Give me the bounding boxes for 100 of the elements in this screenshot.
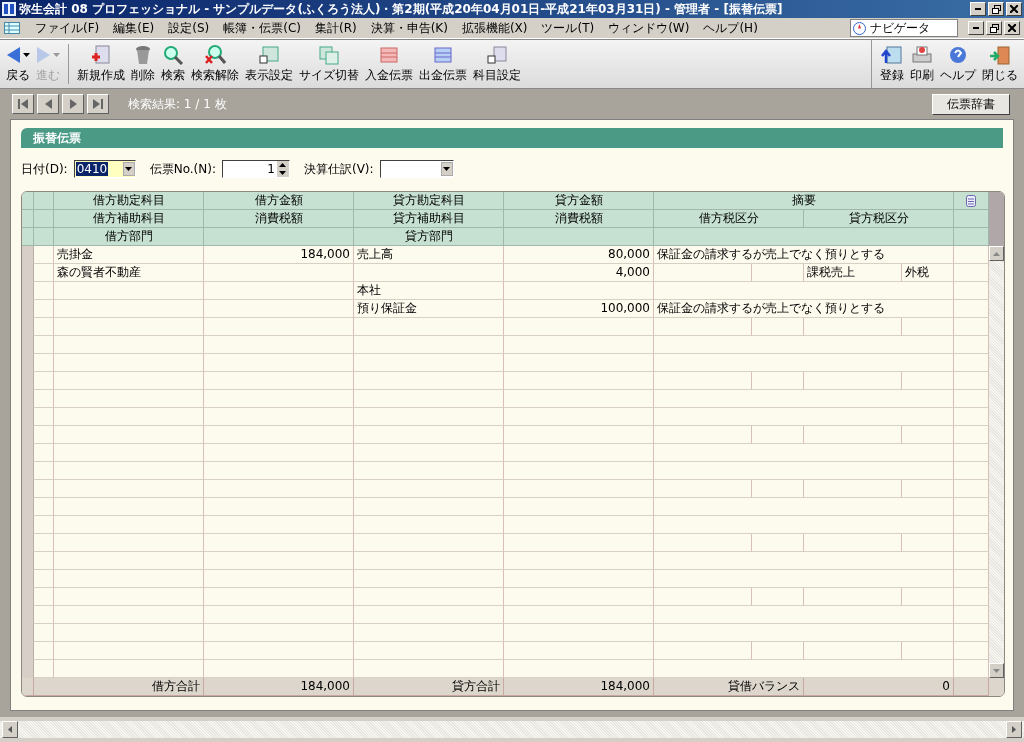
toolbar-button[interactable]: 新規作成 (75, 42, 127, 86)
table-cell (22, 678, 34, 696)
row-header[interactable] (22, 534, 34, 552)
row-header[interactable] (22, 408, 34, 426)
table-cell (954, 588, 989, 606)
toolbar-button[interactable]: 検索 (159, 42, 187, 86)
row-header[interactable] (22, 426, 34, 444)
menu-item[interactable]: 拡張機能(X) (454, 19, 535, 37)
row-header[interactable] (22, 660, 34, 678)
restore-button[interactable] (986, 21, 1002, 35)
column-header: 借方勘定科目 (54, 192, 204, 210)
row-header[interactable] (22, 246, 34, 264)
row-header[interactable] (22, 624, 34, 642)
menu-item[interactable]: ツール(T) (534, 19, 602, 37)
toolbar-button[interactable]: 戻る (4, 42, 32, 86)
table-cell (34, 300, 54, 318)
menu-item[interactable]: 集計(R) (307, 19, 364, 37)
close-button[interactable] (1004, 21, 1020, 35)
total-value: 0 (804, 678, 954, 696)
table-cell (954, 300, 989, 318)
row-header[interactable] (22, 372, 34, 390)
next-record-button[interactable] (62, 94, 84, 114)
menu-item[interactable]: ファイル(F) (28, 19, 107, 37)
row-header[interactable] (22, 588, 34, 606)
menu-item[interactable]: 編集(E) (106, 19, 162, 37)
table-cell: 100,000 (504, 300, 654, 318)
table-cell (902, 642, 954, 660)
toolbar-button[interactable]: 登録 (878, 42, 906, 86)
table-cell (902, 426, 954, 444)
table-cell (954, 480, 989, 498)
first-record-button[interactable] (12, 94, 34, 114)
vertical-scrollbar[interactable] (989, 246, 1004, 678)
left-triangle-icon (44, 99, 52, 109)
table-cell: 外税 (902, 264, 954, 282)
closing-entry-dropdown[interactable] (379, 160, 454, 178)
settings-icon (486, 44, 508, 65)
column-header: 消費税額 (504, 210, 654, 228)
table-cell (954, 678, 989, 696)
table-cell: 184,000 (204, 246, 354, 264)
minimize-button[interactable] (968, 21, 984, 35)
table-cell: 保証金の請求するが売上でなく預りとする (654, 300, 954, 318)
restore-button[interactable] (988, 2, 1004, 16)
notepad-icon[interactable] (966, 194, 976, 207)
dictionary-button[interactable]: 伝票辞書 (932, 93, 1010, 115)
last-record-button[interactable] (87, 94, 109, 114)
toolbar-button[interactable]: 検索解除 (189, 42, 241, 86)
row-header[interactable] (22, 552, 34, 570)
toolbar-button[interactable]: 印刷 (908, 42, 936, 86)
row-header[interactable] (22, 570, 34, 588)
navigator-dropdown[interactable]: ナビゲータ (850, 19, 958, 37)
column-header: 貸方金額 (504, 192, 654, 210)
row-header[interactable] (22, 300, 34, 318)
row-header[interactable] (22, 354, 34, 372)
table-cell (34, 624, 54, 642)
table-cell (954, 444, 989, 462)
toolbar-button[interactable]: 出金伝票 (417, 42, 469, 86)
row-header[interactable] (22, 336, 34, 354)
toolbar-button[interactable]: 入金伝票 (363, 42, 415, 86)
minimize-icon (973, 27, 979, 29)
menu-item[interactable]: ウィンドウ(W) (601, 19, 697, 37)
row-header[interactable] (22, 282, 34, 300)
toolbar-button[interactable]: 表示設定 (243, 42, 295, 86)
caret-icon (443, 167, 451, 171)
row-header[interactable] (22, 444, 34, 462)
row-header[interactable] (22, 264, 34, 282)
table-cell (34, 426, 54, 444)
row-header[interactable] (22, 480, 34, 498)
menu-item[interactable]: 帳簿・伝票(C) (216, 19, 308, 37)
close-button[interactable] (1006, 2, 1022, 16)
row-header[interactable] (22, 642, 34, 660)
row-header[interactable] (22, 390, 34, 408)
table-cell (954, 498, 989, 516)
toolbar-button[interactable]: 科目設定 (471, 42, 523, 86)
row-header[interactable] (22, 462, 34, 480)
menu-item[interactable]: 決算・申告(K) (363, 19, 455, 37)
number-field[interactable]: 1 (221, 160, 290, 178)
row-header[interactable] (22, 498, 34, 516)
printer-icon (911, 44, 933, 65)
help-icon (947, 44, 969, 65)
minimize-button[interactable] (970, 2, 986, 16)
save-icon (881, 44, 903, 65)
table-cell (752, 534, 804, 552)
toolbar-button[interactable]: ヘルプ (938, 42, 978, 86)
table-cell (954, 336, 989, 354)
toolbar-button[interactable]: 閉じる (980, 42, 1020, 86)
row-header[interactable] (22, 516, 34, 534)
menu-item[interactable]: ヘルプ(H) (696, 19, 765, 37)
field-label: 日付(D): (21, 160, 68, 178)
row-header[interactable] (22, 318, 34, 336)
previous-record-button[interactable] (37, 94, 59, 114)
table-cell (34, 498, 54, 516)
total-label: 貸方合計 (354, 678, 504, 696)
horizontal-scrollbar[interactable] (0, 721, 1024, 738)
table-cell (954, 318, 989, 336)
row-header[interactable] (22, 606, 34, 624)
toolbar-button[interactable]: サイズ切替 (297, 42, 361, 86)
table-cell (954, 660, 989, 678)
toolbar-button[interactable]: 削除 (129, 42, 157, 86)
menu-item[interactable]: 設定(S) (161, 19, 217, 37)
date-field[interactable]: 0410 (73, 160, 136, 178)
